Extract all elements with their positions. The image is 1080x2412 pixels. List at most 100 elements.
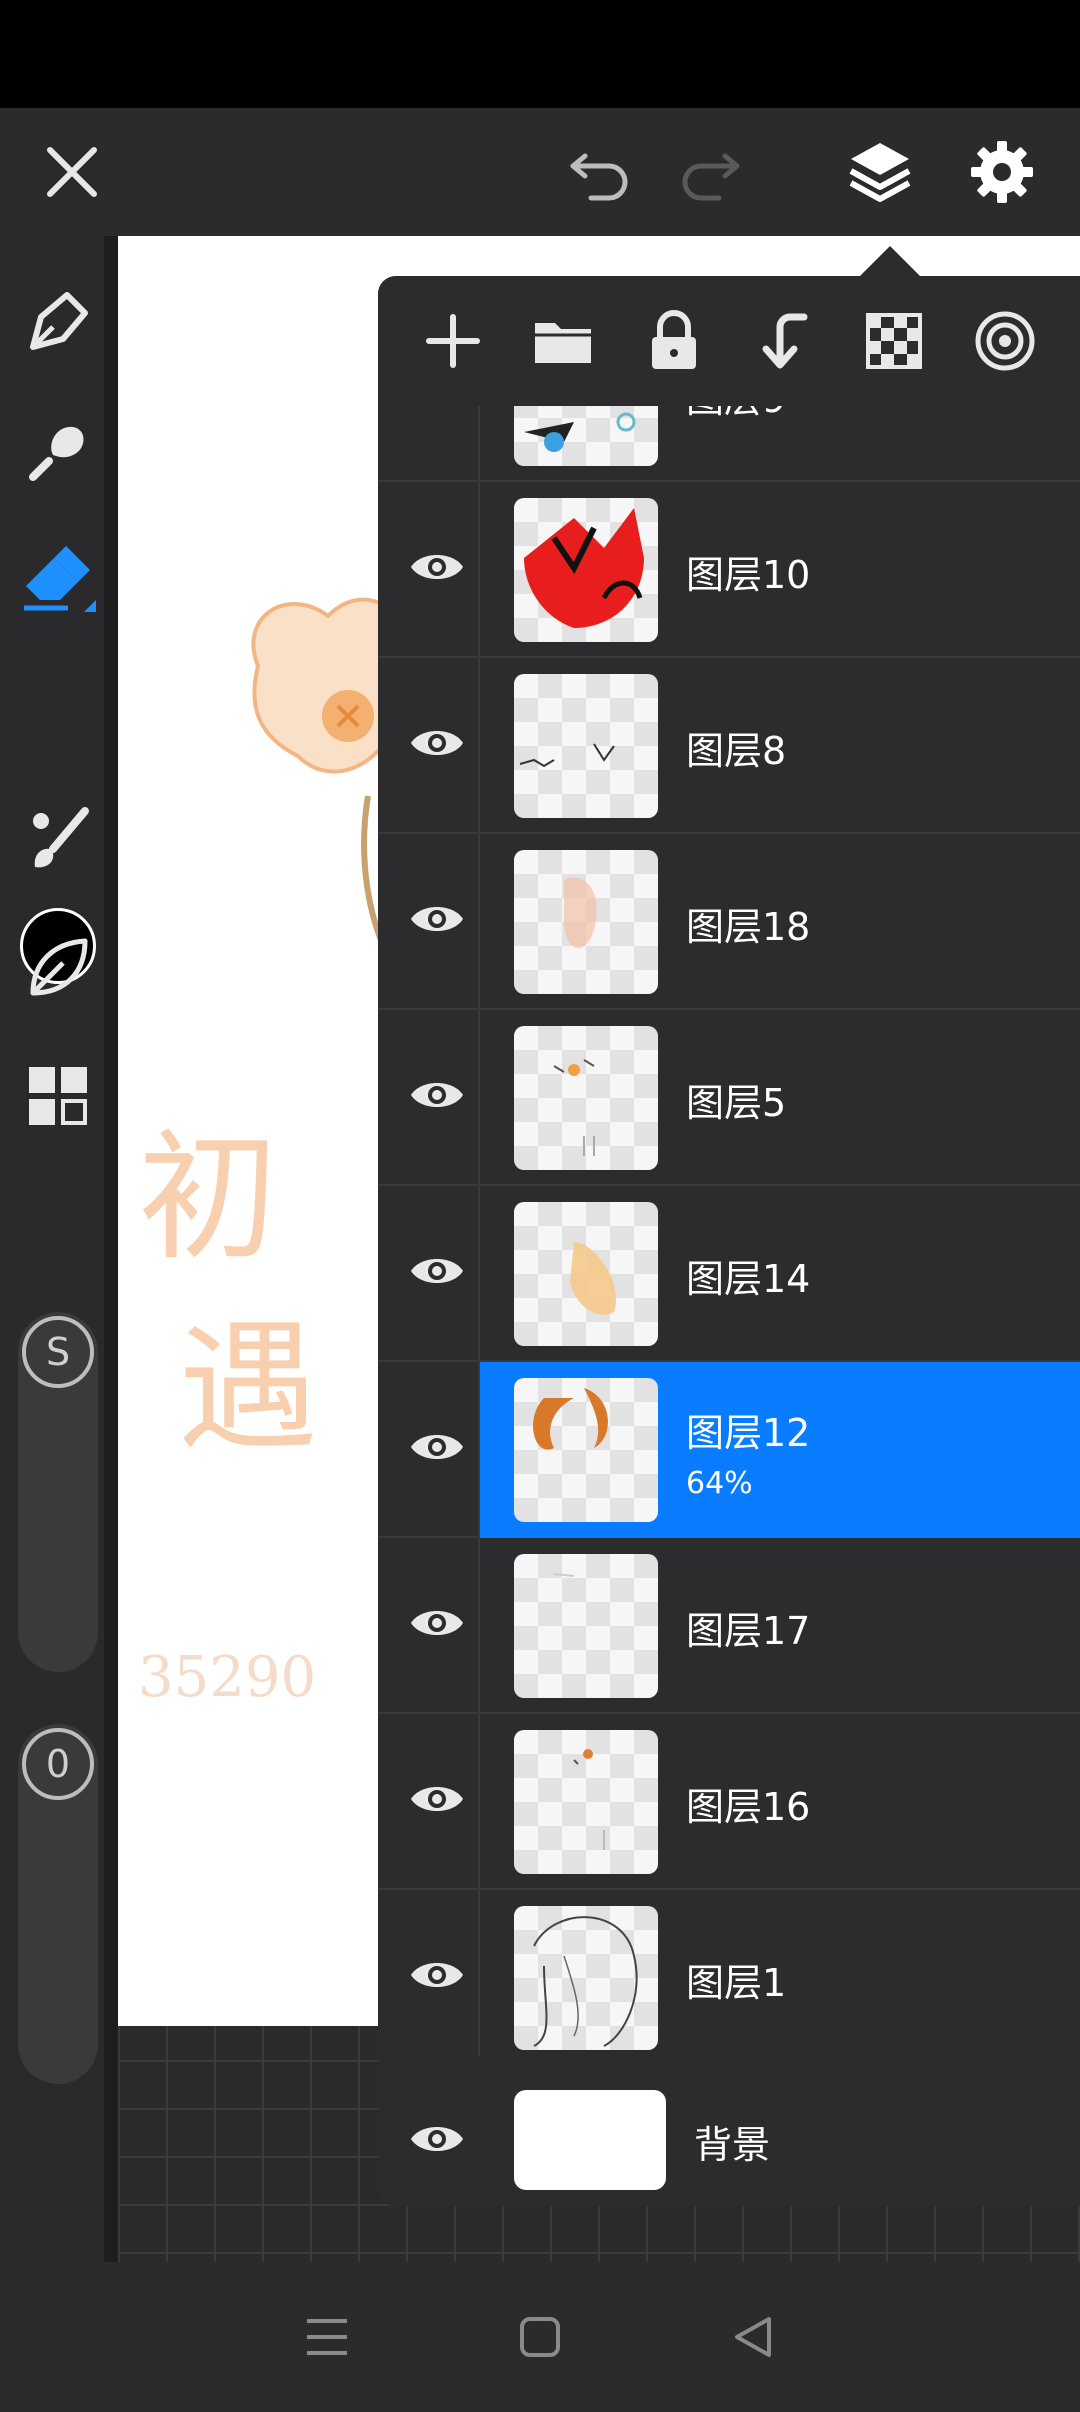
lock-icon [651,310,696,369]
eye-icon [409,406,465,411]
layers-panel: 图层9 图层10 图层8 图层18 图层5 图层14 [378,276,1080,2206]
brush-icon [33,807,89,868]
layer-row[interactable]: 图层18 [378,834,1080,1010]
eye-icon [411,1259,463,1283]
target-icon [975,311,1035,371]
layers-panel-pointer [860,246,920,276]
brush-size-slider-knob[interactable]: S [22,1316,94,1388]
lock-layer-button[interactable] [629,296,719,386]
layer-list[interactable]: 图层9 图层10 图层8 图层18 图层5 图层14 [378,406,1080,2056]
background-layer-row[interactable]: 背景 [378,2072,1080,2206]
settings-button[interactable] [952,108,1052,236]
layer-row[interactable]: 图层1 [378,1890,1080,2056]
layer-opacity: 64% [686,1466,753,1501]
eraser-icon [24,546,96,612]
svg-text:遇: 遇 [178,1307,318,1470]
brush-opacity-slider[interactable]: 0 [18,1724,98,2084]
add-layer-icon [426,314,481,368]
close-button[interactable] [22,108,122,236]
back-icon [735,2317,772,2357]
layer-visibility-toggle[interactable] [400,1762,474,1836]
layer-name: 图层14 [686,1257,811,1301]
background-layer-name: 背景 [694,2123,771,2167]
layer-thumbnail [514,1730,658,1874]
layer-visibility-toggle[interactable] [400,1410,474,1484]
layer-name: 图层8 [686,729,787,773]
clipping-target-button[interactable] [960,296,1050,386]
brush-size-slider[interactable]: S [18,1312,98,1672]
home-button[interactable] [500,2297,580,2377]
svg-text:初: 初 [138,1117,278,1280]
layer-thumbnail [514,850,658,994]
layer-visibility-toggle[interactable] [400,882,474,956]
brush-tool-button[interactable] [14,796,102,884]
layers-button[interactable] [830,108,930,236]
svg-text:35290: 35290 [138,1645,316,1710]
eye-icon [411,1435,463,1459]
layer-visibility-toggle[interactable] [400,706,474,780]
background-thumbnail [514,2090,666,2190]
layers-icon [849,143,911,202]
layer-name: 图层18 [686,905,811,949]
eye-icon [411,1611,463,1635]
background-visibility-toggle[interactable] [400,2102,474,2176]
transparency-lock-button[interactable] [849,296,939,386]
home-icon [519,2317,560,2357]
back-button[interactable] [713,2297,793,2377]
layer-row[interactable]: 图层17 [378,1538,1080,1714]
pen-tool-button[interactable] [14,278,102,366]
eye-icon [411,1963,463,1987]
layer-thumbnail [514,1026,658,1170]
layer-visibility-toggle[interactable] [400,1586,474,1660]
merge-down-icon [762,313,808,369]
menu-button[interactable] [287,2297,367,2377]
layer-row[interactable]: 图层8 [378,658,1080,834]
layer-visibility-toggle[interactable] [400,1234,474,1308]
smudge-icon [29,426,84,481]
layer-row[interactable]: 图层14 [378,1186,1080,1362]
menu-icon [306,2319,347,2355]
close-icon [47,147,97,197]
system-nav-bar [0,2262,1080,2412]
status-bar [0,0,1080,108]
layer-visibility-toggle[interactable] [400,530,474,604]
layer-name: 图层1 [686,1961,787,2005]
layer-visibility-toggle[interactable] [400,406,474,428]
layer-visibility-toggle[interactable] [400,1938,474,2012]
top-toolbar [0,108,1080,236]
layer-name: 图层12 [686,1411,811,1455]
layer-thumbnail [514,1378,658,1522]
eye-icon [411,2127,463,2151]
layer-visibility-toggle[interactable] [400,1058,474,1132]
pen-icon [30,292,88,350]
layer-row[interactable]: 图层9 [378,406,1080,482]
merge-down-button[interactable] [739,296,829,386]
layer-thumbnail [514,406,658,466]
layer-name: 图层10 [686,553,811,597]
layer-row[interactable]: 图层5 [378,1010,1080,1186]
add-layer-button[interactable] [408,296,498,386]
layer-thumbnail [514,1202,658,1346]
layer-name: 图层17 [686,1609,811,1653]
leaf-icon [30,938,88,996]
layer-row-selected[interactable]: 图层12 64% [378,1362,1080,1538]
left-toolbar: S 0 [0,236,104,2262]
materials-tool-button[interactable] [14,1052,102,1140]
brush-opacity-slider-knob[interactable]: 0 [22,1728,94,1800]
leaf-tool-button[interactable] [14,924,102,1012]
smudge-tool-button[interactable] [14,406,102,494]
layer-row[interactable]: 图层10 [378,482,1080,658]
redo-button[interactable] [660,108,760,236]
undo-button[interactable] [550,108,650,236]
redo-icon [682,153,740,201]
eraser-tool-button[interactable] [14,534,102,622]
layer-row[interactable]: 图层16 [378,1714,1080,1890]
layer-thumbnail [514,1554,658,1698]
layer-name: 图层9 [686,406,786,423]
layer-thumbnail [514,1906,658,2050]
layer-name: 图层16 [686,1785,811,1829]
gear-icon [971,141,1033,203]
layer-name: 图层5 [686,1081,787,1125]
add-folder-button[interactable] [518,296,608,386]
layer-thumbnail [514,498,658,642]
